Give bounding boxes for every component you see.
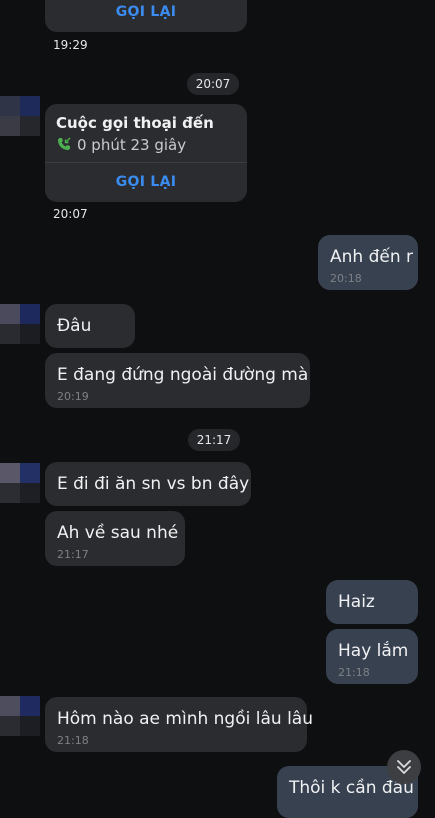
call-title: Cuộc gọi thoại đến [56,114,214,132]
message-time: 20:18 [330,272,362,285]
avatar[interactable] [0,463,40,503]
message-text: Ah về sau nhé [57,523,179,543]
message-time: 21:18 [57,734,89,747]
call-time-top: 19:29 [53,38,88,52]
message-text: Hay lắm [338,641,409,661]
callback-button-top[interactable]: GỌI LẠI [45,4,247,20]
call-time: 20:07 [53,207,88,221]
message-text: E đang đứng ngoài đường mà [57,365,309,385]
message-text: Đâu [57,316,92,336]
previous-call-card: GỌI LẠI [45,0,247,32]
message-bubble-incoming[interactable]: Đâu [45,304,135,348]
incoming-call-card: Cuộc gọi thoại đến 0 phút 23 giây GỌI LẠ… [45,104,247,202]
message-time: 20:19 [57,390,89,403]
message-bubble-incoming[interactable]: Hôm nào ae mình ngồi lâu lâu 21:18 [45,697,313,752]
call-card-divider [45,162,247,163]
avatar[interactable] [0,96,40,136]
callback-button[interactable]: GỌI LẠI [45,174,247,190]
message-time: 21:18 [338,666,370,679]
call-duration: 0 phút 23 giây [77,136,187,154]
message-bubble-incoming[interactable]: Ah về sau nhé 21:17 [45,511,185,566]
message-bubble-incoming[interactable]: E đi đi ăn sn vs bn đây [45,462,251,506]
message-text: Haiz [338,592,375,612]
message-bubble-incoming[interactable]: E đang đứng ngoài đường mà 20:19 [45,353,310,408]
chevron-double-down-icon [395,758,413,776]
message-time: 21:17 [57,548,89,561]
message-bubble-outgoing[interactable]: Hay lắm 21:18 [326,629,418,684]
message-text: E đi đi ăn sn vs bn đây [57,474,250,494]
avatar[interactable] [0,304,40,344]
avatar[interactable] [0,696,40,736]
scroll-to-bottom-button[interactable] [387,750,421,784]
phone-incoming-icon [56,136,72,152]
time-separator: 21:17 [188,429,240,451]
message-bubble-outgoing[interactable]: Haiz [326,580,418,624]
message-text: Hôm nào ae mình ngồi lâu lâu [57,709,313,729]
message-text: Anh đến r [330,247,413,267]
time-separator: 20:07 [187,73,239,95]
message-bubble-outgoing[interactable]: Anh đến r 20:18 [318,235,418,290]
